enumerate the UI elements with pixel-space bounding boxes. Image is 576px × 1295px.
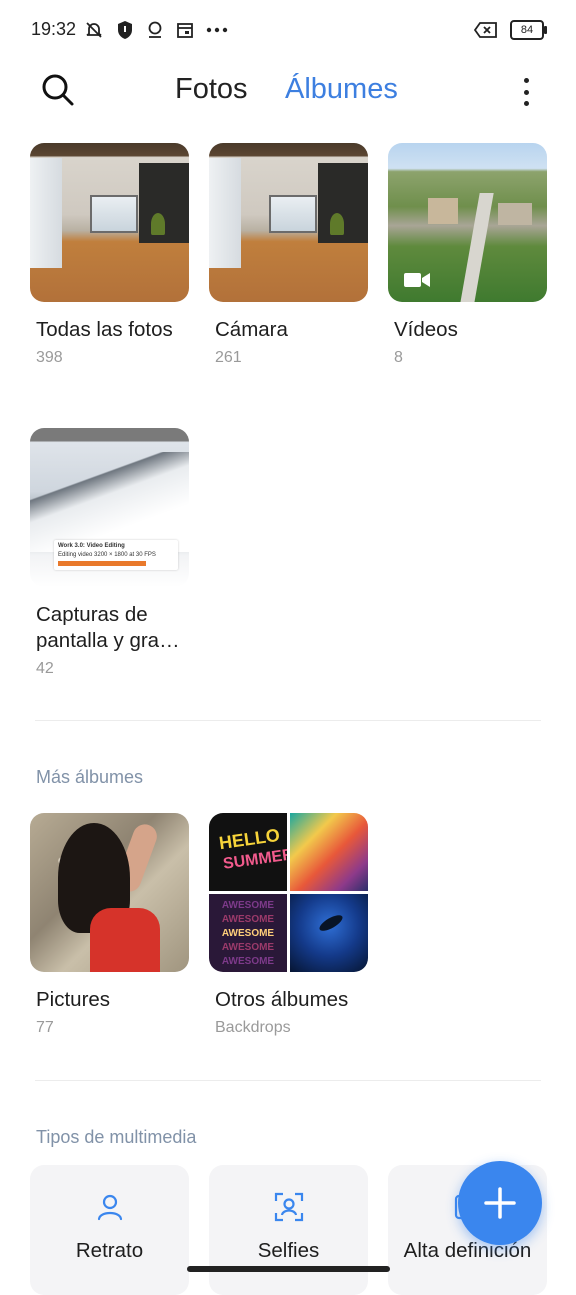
- more-options-button[interactable]: [516, 74, 536, 110]
- mosaic-tile: AWESOME AWESOME AWESOME AWESOME AWESOME: [209, 894, 287, 972]
- media-type-selfies[interactable]: Selfies: [209, 1165, 368, 1295]
- album-thumbnail: [30, 143, 189, 302]
- section-title-more-albums: Más álbumes: [36, 767, 144, 787]
- calendar-icon: [177, 23, 193, 38]
- more-dot-icon: [523, 101, 529, 106]
- search-icon: [42, 74, 74, 106]
- home-indicator[interactable]: [187, 1266, 390, 1272]
- album-count: 42: [36, 660, 54, 677]
- divider: [35, 1080, 541, 1081]
- album-count: 77: [36, 1019, 54, 1036]
- battery-icon: 84: [510, 20, 547, 40]
- location-icon: [148, 21, 162, 38]
- notifications-muted-icon: [86, 22, 102, 38]
- media-type-portrait[interactable]: Retrato: [30, 1165, 189, 1295]
- mosaic-tile: [290, 894, 368, 972]
- album-camera[interactable]: Cámara 261: [209, 143, 369, 367]
- album-name: Vídeos: [394, 318, 458, 341]
- more-dot-icon: [523, 78, 529, 83]
- album-other-albums[interactable]: HELLO SUMMER AWESOME AWESOME AWESOME AWE…: [209, 813, 369, 1037]
- plus-icon: [484, 1187, 516, 1219]
- album-name: Todas las fotos: [36, 318, 173, 341]
- album-name: Capturas de pantalla y gra…: [36, 603, 180, 652]
- album-count: 261: [215, 349, 242, 366]
- battery-saver-icon: [474, 22, 497, 38]
- progress-bar: [58, 561, 146, 566]
- search-button[interactable]: [40, 72, 80, 112]
- more-notifications-icon: [206, 27, 228, 33]
- album-thumbnail-mosaic: HELLO SUMMER AWESOME AWESOME AWESOME AWE…: [209, 813, 368, 972]
- album-count: 398: [36, 349, 63, 366]
- album-screenshots[interactable]: Work 3.0: Video Editing Editing video 32…: [30, 428, 190, 678]
- media-type-label: Selfies: [257, 1239, 320, 1262]
- album-name: Otros álbumes: [215, 988, 349, 1011]
- album-videos[interactable]: Vídeos 8: [388, 143, 548, 367]
- album-thumbnail: [209, 143, 368, 302]
- status-right: 84: [474, 20, 547, 40]
- media-type-label: Alta definición: [403, 1239, 532, 1262]
- panel-subtitle: Editing video 3200 × 1800 at 30 FPS: [58, 552, 156, 558]
- album-count: 8: [394, 349, 403, 366]
- video-editing-panel: Work 3.0: Video Editing Editing video 32…: [54, 540, 178, 570]
- tab-fotos[interactable]: Fotos: [175, 73, 248, 106]
- album-thumbnail: [30, 813, 189, 972]
- media-type-label: Retrato: [75, 1239, 144, 1262]
- album-subtitle: Backdrops: [215, 1019, 291, 1036]
- section-title-media-types: Tipos de multimedia: [36, 1127, 197, 1147]
- more-dot-icon: [523, 89, 529, 95]
- mosaic-tile: [290, 813, 368, 891]
- divider: [35, 720, 541, 721]
- shield-icon: [118, 21, 132, 39]
- add-album-button[interactable]: [458, 1161, 542, 1245]
- mosaic-tile: HELLO SUMMER: [209, 813, 287, 891]
- video-camera-icon: [404, 273, 430, 287]
- status-icons: [84, 20, 228, 40]
- clock: 19:32: [31, 19, 77, 39]
- album-all-photos[interactable]: Todas las fotos 398: [30, 143, 190, 367]
- album-thumbnail: Work 3.0: Video Editing Editing video 32…: [30, 428, 189, 587]
- selfie-icon: [274, 1192, 303, 1222]
- tab-albumes[interactable]: Álbumes: [285, 73, 398, 106]
- panel-title: Work 3.0: Video Editing: [58, 543, 125, 549]
- status-bar: 19:32 84: [0, 0, 576, 62]
- portrait-icon: [97, 1194, 122, 1221]
- album-name: Pictures: [36, 988, 111, 1011]
- album-name: Cámara: [215, 318, 288, 341]
- album-thumbnail: [388, 143, 547, 302]
- album-pictures[interactable]: Pictures 77: [30, 813, 190, 1037]
- top-app-bar: Fotos Álbumes: [0, 62, 576, 122]
